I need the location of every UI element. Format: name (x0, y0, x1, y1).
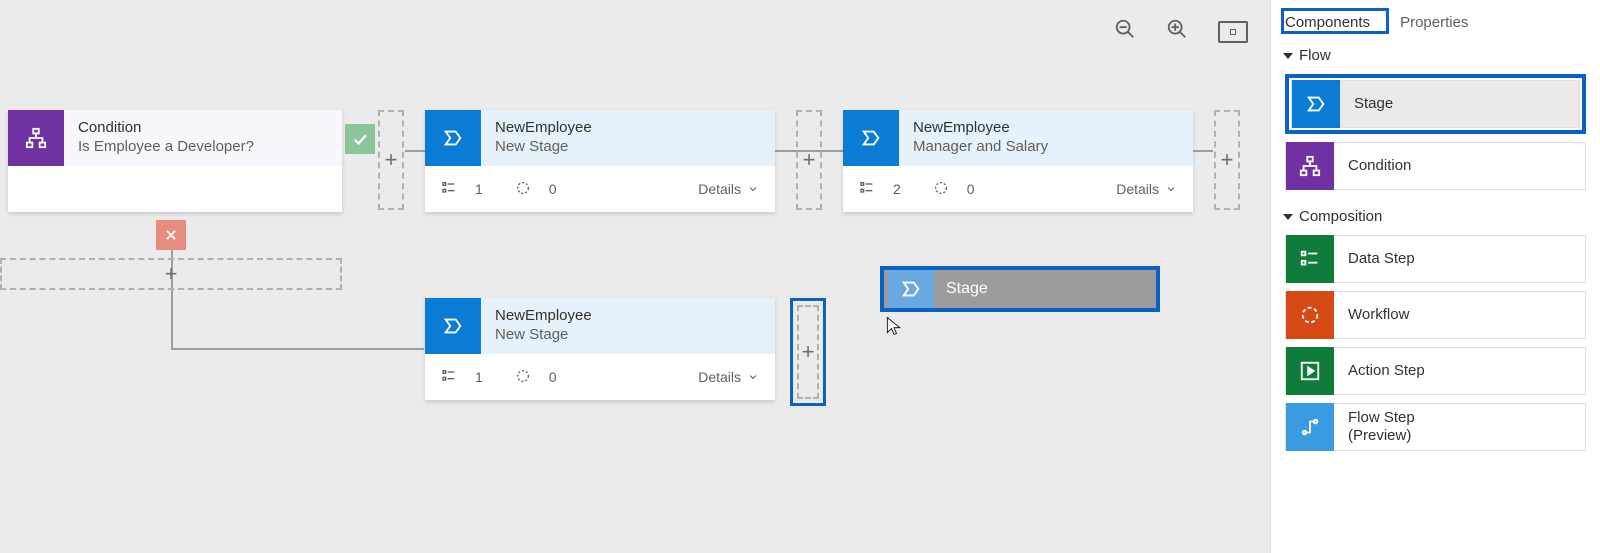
component-label: Workflow (1334, 306, 1409, 324)
drop-slot-active[interactable]: + (790, 298, 826, 406)
chevron-down-icon (747, 183, 759, 195)
tab-highlight (1281, 8, 1389, 34)
condition-title: Condition (78, 119, 254, 138)
dashed-circle-icon (1286, 291, 1334, 339)
component-flow-step[interactable]: Flow Step (Preview) (1285, 403, 1586, 451)
tab-properties[interactable]: Properties (1400, 14, 1468, 31)
stage-chevron-icon (425, 298, 481, 354)
branch-icon (1286, 142, 1334, 190)
list-icon (1286, 235, 1334, 283)
plus-icon: + (802, 339, 815, 365)
component-workflow[interactable]: Workflow (1285, 291, 1586, 339)
workflow-count-icon (933, 180, 949, 199)
stage3-sub: New Stage (495, 326, 592, 345)
workflow-count-icon (515, 368, 531, 387)
cursor-icon (884, 316, 904, 336)
component-condition[interactable]: Condition (1285, 142, 1586, 190)
components-panel: Components Properties Flow Stage Conditi… (1270, 0, 1600, 553)
stage3-title: NewEmployee (495, 307, 592, 326)
stage3-workflows: 0 (549, 369, 557, 385)
component-label: Data Step (1334, 250, 1415, 268)
condition-node[interactable]: Condition Is Employee a Developer? (8, 110, 342, 212)
stage-node-3[interactable]: NewEmployee New Stage 1 0 Details (425, 298, 775, 400)
flow-icon (1286, 403, 1334, 451)
component-label: Action Step (1334, 362, 1425, 380)
stage1-title: NewEmployee (495, 119, 592, 138)
stage-component-highlight: Stage (1285, 74, 1586, 134)
plus-icon: + (803, 147, 816, 173)
component-label: Stage (1340, 95, 1393, 113)
stage-chevron-icon (888, 270, 934, 308)
condition-sub: Is Employee a Developer? (78, 138, 254, 157)
close-icon (156, 220, 186, 250)
data-step-count-icon (441, 368, 457, 387)
play-square-icon (1286, 347, 1334, 395)
stage2-details-toggle[interactable]: Details (1116, 181, 1177, 197)
section-composition-header[interactable]: Composition (1285, 208, 1586, 225)
drop-slot[interactable]: + (796, 110, 822, 210)
plus-icon: + (385, 147, 398, 173)
component-data-step[interactable]: Data Step (1285, 235, 1586, 283)
stage1-workflows: 0 (549, 181, 557, 197)
section-flow-header[interactable]: Flow (1285, 47, 1586, 64)
drag-ghost-label: Stage (946, 280, 988, 298)
branch-icon (8, 110, 64, 166)
stage2-title: NewEmployee (913, 119, 1048, 138)
checkmark-icon (345, 124, 375, 154)
drag-ghost-stage[interactable]: Stage (880, 266, 1160, 312)
chevron-down-icon (1165, 183, 1177, 195)
stage-chevron-icon (1292, 80, 1340, 128)
stage-chevron-icon (843, 110, 899, 166)
data-step-count-icon (859, 180, 875, 199)
stage2-workflows: 0 (967, 181, 975, 197)
stage3-steps: 1 (475, 369, 483, 385)
component-stage[interactable]: Stage (1291, 80, 1580, 128)
drop-slot-wide[interactable]: + (0, 258, 342, 290)
stage1-steps: 1 (475, 181, 483, 197)
plus-icon: + (1221, 147, 1234, 173)
plus-icon: + (165, 261, 178, 287)
stage-node-2[interactable]: NewEmployee Manager and Salary 2 0 Detai… (843, 110, 1193, 212)
data-step-count-icon (441, 180, 457, 199)
stage2-sub: Manager and Salary (913, 138, 1048, 157)
component-label: Condition (1334, 157, 1411, 175)
stage3-details-toggle[interactable]: Details (698, 369, 759, 385)
drop-slot[interactable]: + (378, 110, 404, 210)
stage2-steps: 2 (893, 181, 901, 197)
stage1-details-toggle[interactable]: Details (698, 181, 759, 197)
chevron-down-icon (747, 371, 759, 383)
stage-node-1[interactable]: NewEmployee New Stage 1 0 Details (425, 110, 775, 212)
component-action-step[interactable]: Action Step (1285, 347, 1586, 395)
stage1-sub: New Stage (495, 138, 592, 157)
stage-chevron-icon (425, 110, 481, 166)
drop-slot[interactable]: + (1214, 110, 1240, 210)
workflow-count-icon (515, 180, 531, 199)
component-label: Flow Step (Preview) (1334, 409, 1415, 445)
